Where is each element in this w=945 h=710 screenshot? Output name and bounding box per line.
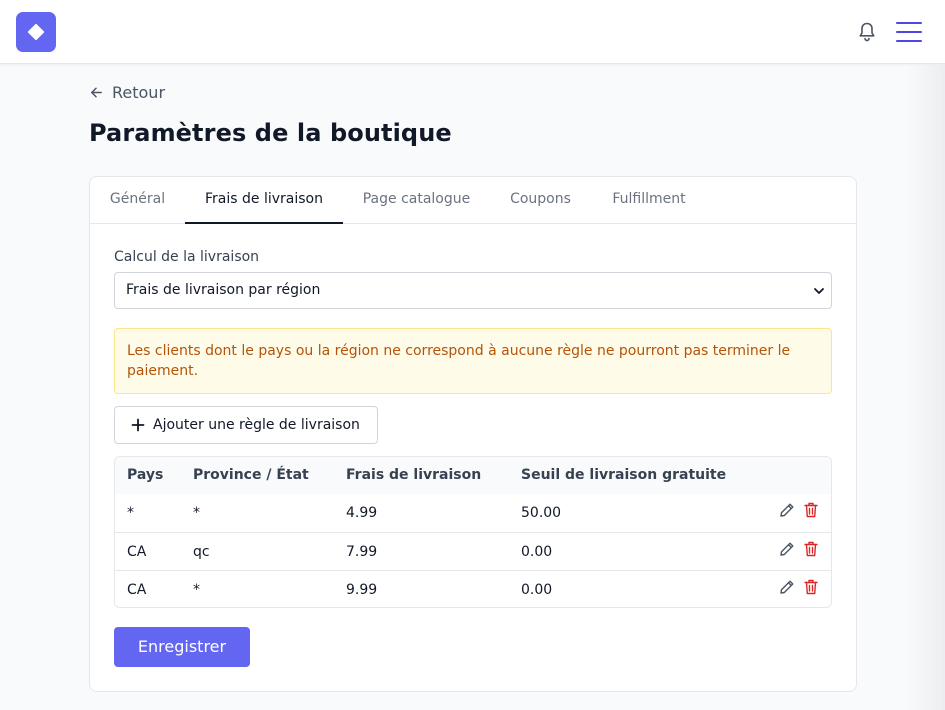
cell-country: * xyxy=(127,505,134,521)
pencil-icon[interactable] xyxy=(779,541,795,557)
settings-card: Général Frais de livraison Page catalogu… xyxy=(89,176,857,692)
shipping-calc-value: Frais de livraison par région xyxy=(126,282,321,298)
page-title: Paramètres de la boutique xyxy=(89,119,452,147)
shipping-calc-select[interactable]: Frais de livraison par région xyxy=(114,272,832,309)
cell-country: CA xyxy=(127,544,147,560)
trash-icon[interactable] xyxy=(804,579,818,595)
hamburger-menu-icon[interactable] xyxy=(896,20,922,44)
cell-free-threshold: 0.00 xyxy=(521,582,553,598)
cell-province: * xyxy=(193,505,200,521)
tab-shipping-fees[interactable]: Frais de livraison xyxy=(185,177,343,224)
cell-fee: 9.99 xyxy=(346,582,378,598)
column-header-province: Province / État xyxy=(193,467,309,483)
top-navigation-bar xyxy=(0,0,945,64)
page-edge-shadow xyxy=(905,64,945,710)
cell-province: * xyxy=(193,582,200,598)
settings-tabs: Général Frais de livraison Page catalogu… xyxy=(90,177,856,224)
warning-alert: Les clients dont le pays ou la région ne… xyxy=(114,328,832,394)
save-button[interactable]: Enregistrer xyxy=(114,627,250,667)
column-header-fee: Frais de livraison xyxy=(346,467,482,483)
tab-catalog-page[interactable]: Page catalogue xyxy=(343,177,490,224)
add-shipping-rule-label: Ajouter une règle de livraison xyxy=(153,417,360,433)
tab-fulfillment[interactable]: Fulfillment xyxy=(591,177,707,224)
trash-icon[interactable] xyxy=(804,541,818,557)
add-shipping-rule-button[interactable]: Ajouter une règle de livraison xyxy=(114,406,378,444)
back-link[interactable]: Retour xyxy=(89,80,165,104)
cell-free-threshold: 50.00 xyxy=(521,505,562,521)
table-header: Pays Province / État Frais de livraison … xyxy=(115,457,831,494)
shipping-rules-table: Pays Province / État Frais de livraison … xyxy=(114,456,832,608)
cell-free-threshold: 0.00 xyxy=(521,544,553,560)
app-logo[interactable] xyxy=(16,12,56,52)
plus-icon xyxy=(131,418,145,432)
cell-country: CA xyxy=(127,582,147,598)
table-row: CA qc 7.99 0.00 xyxy=(115,532,831,570)
pencil-icon[interactable] xyxy=(779,502,795,518)
column-header-country: Pays xyxy=(127,467,164,483)
table-row: * * 4.99 50.00 xyxy=(115,494,831,532)
cell-province: qc xyxy=(193,544,210,560)
diamond-icon xyxy=(27,23,45,41)
shipping-calc-label: Calcul de la livraison xyxy=(114,249,260,265)
bell-icon[interactable] xyxy=(857,21,877,43)
chevron-down-icon xyxy=(814,288,824,294)
back-link-label: Retour xyxy=(112,82,166,102)
table-row: CA * 9.99 0.00 xyxy=(115,570,831,607)
cell-fee: 4.99 xyxy=(346,505,378,521)
cell-fee: 7.99 xyxy=(346,544,378,560)
arrow-left-icon xyxy=(91,87,102,97)
tab-general[interactable]: Général xyxy=(90,177,185,224)
pencil-icon[interactable] xyxy=(779,579,795,595)
trash-icon[interactable] xyxy=(804,502,818,518)
tab-coupons[interactable]: Coupons xyxy=(490,177,591,224)
column-header-free-threshold: Seuil de livraison gratuite xyxy=(521,467,727,483)
